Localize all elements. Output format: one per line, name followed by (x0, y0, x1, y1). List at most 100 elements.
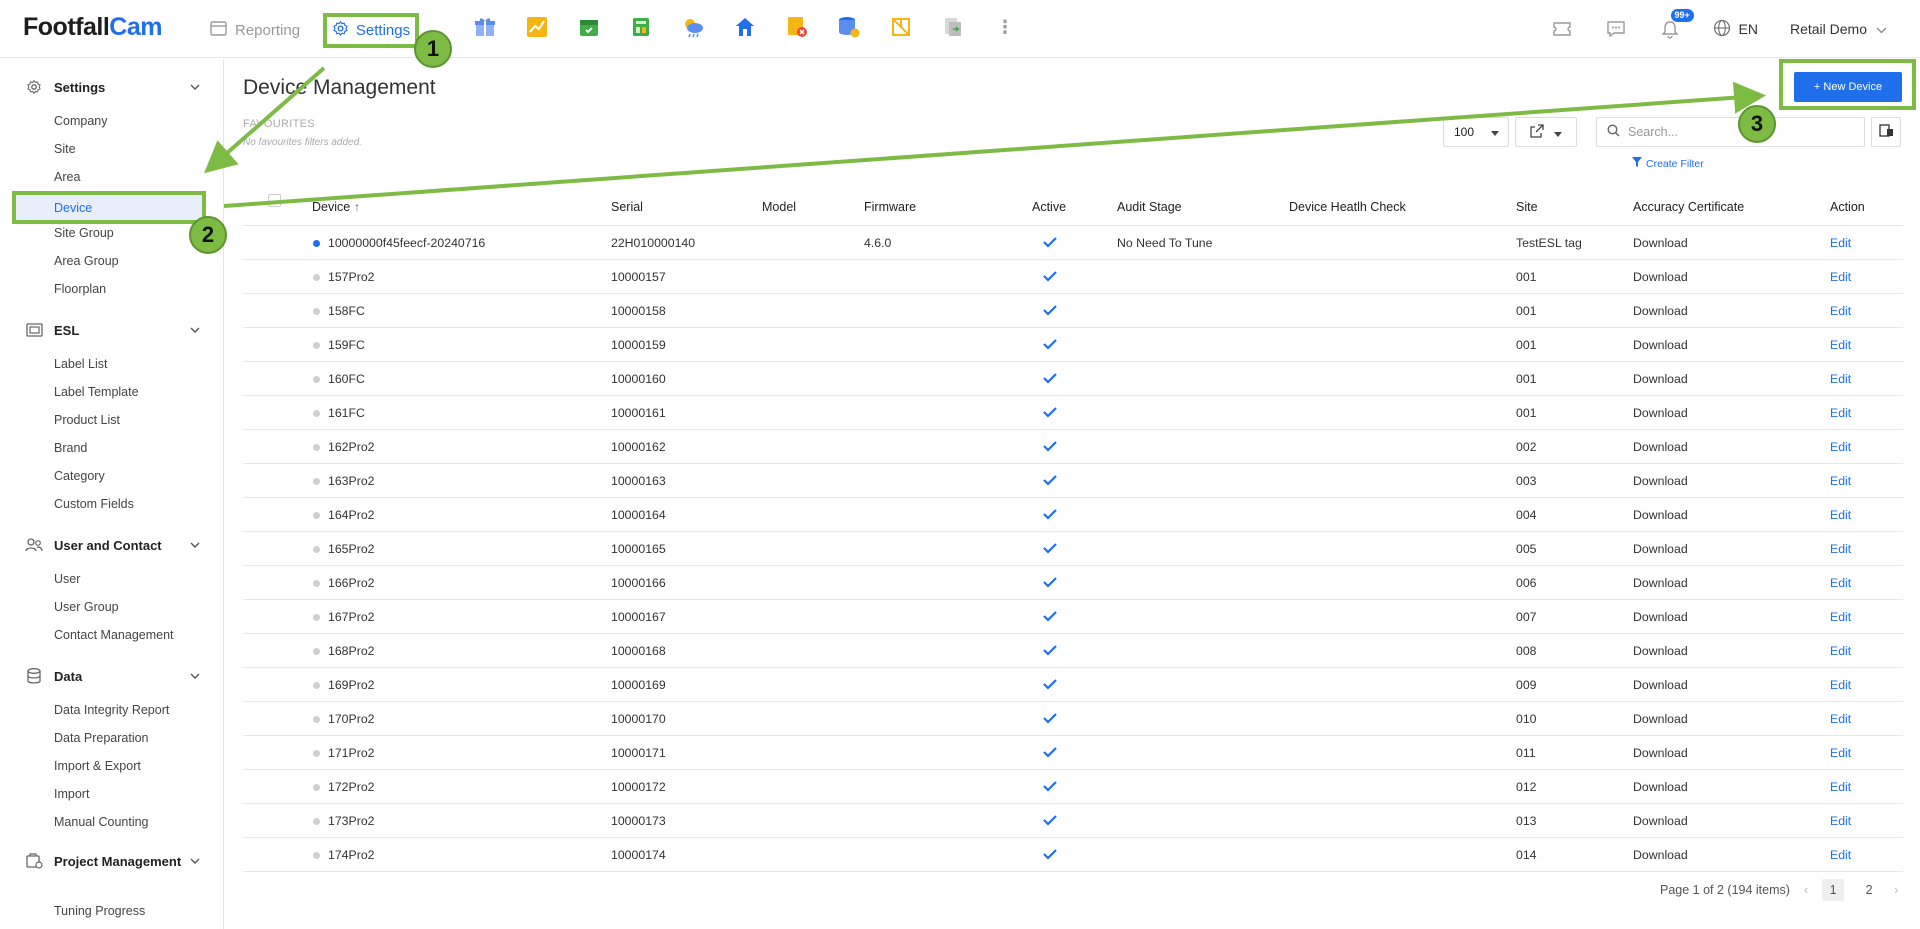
table-row[interactable]: 170Pro2 10000170 010 Download Edit (243, 702, 1903, 736)
ledger-icon[interactable] (630, 16, 652, 38)
sidebar-item-data-preparation[interactable]: Data Preparation (54, 730, 149, 746)
column-chooser-button[interactable] (1871, 117, 1901, 147)
gift-box-icon[interactable] (474, 16, 496, 38)
table-row[interactable]: 157Pro2 10000157 001 Download Edit (243, 260, 1903, 294)
edit-link[interactable]: Edit (1830, 236, 1851, 250)
edit-link[interactable]: Edit (1830, 678, 1851, 692)
language-selector[interactable]: EN (1713, 19, 1758, 40)
chart-icon[interactable] (526, 16, 548, 38)
sidebar-group-user-and-contact[interactable]: User and Contact (25, 536, 201, 554)
sidebar-item-custom-fields[interactable]: Custom Fields (54, 496, 134, 512)
sidebar-item-product-list[interactable]: Product List (54, 412, 120, 428)
user-menu[interactable]: Retail Demo (1790, 21, 1887, 37)
sidebar-item-import-export[interactable]: Import & Export (54, 758, 141, 774)
table-row[interactable]: 174Pro2 10000174 014 Download Edit (243, 838, 1903, 872)
sidebar-item-area-group[interactable]: Area Group (54, 253, 119, 269)
edit-link[interactable]: Edit (1830, 270, 1851, 284)
sidebar-item-floorplan[interactable]: Floorplan (54, 281, 106, 297)
table-row[interactable]: 172Pro2 10000172 012 Download Edit (243, 770, 1903, 804)
sidebar-item-contact-management[interactable]: Contact Management (54, 627, 174, 643)
header-accuracy-certificate[interactable]: Accuracy Certificate (1633, 200, 1744, 214)
page-button-2[interactable]: 2 (1858, 879, 1880, 901)
header-device[interactable]: Device ↑ (312, 200, 360, 214)
table-row[interactable]: 10000000f45feecf-20240716 22H010000140 4.6… (243, 226, 1903, 260)
edit-link[interactable]: Edit (1830, 406, 1851, 420)
new-device-button[interactable]: + New Device (1794, 72, 1902, 102)
sidebar-item-site[interactable]: Site (54, 141, 76, 157)
bell-icon[interactable]: 99+ (1659, 9, 1694, 40)
floorplan-icon[interactable] (890, 16, 912, 38)
edit-link[interactable]: Edit (1830, 848, 1851, 862)
sidebar-item-label-template[interactable]: Label Template (54, 384, 139, 400)
header-site[interactable]: Site (1516, 200, 1538, 214)
table-row[interactable]: 166Pro2 10000166 006 Download Edit (243, 566, 1903, 600)
sidebar-group-project-management[interactable]: Project Management (25, 852, 201, 870)
nav-settings[interactable]: Settings (323, 13, 419, 48)
table-row[interactable]: 173Pro2 10000173 013 Download Edit (243, 804, 1903, 838)
sidebar-item-site-group[interactable]: Site Group (54, 225, 114, 241)
sidebar-item-data-integrity-report[interactable]: Data Integrity Report (54, 702, 169, 718)
edit-link[interactable]: Edit (1830, 508, 1851, 522)
sidebar-item-user-group[interactable]: User Group (54, 599, 119, 615)
sidebar-item-manual-counting[interactable]: Manual Counting (54, 814, 149, 830)
table-row[interactable]: 160FC 10000160 001 Download Edit (243, 362, 1903, 396)
edit-link[interactable]: Edit (1830, 610, 1851, 624)
sidebar-item-device[interactable]: Device (12, 191, 206, 224)
page-size-select[interactable]: 100 (1443, 117, 1509, 147)
chat-icon[interactable] (1605, 18, 1627, 40)
table-row[interactable]: 159FC 10000159 001 Download Edit (243, 328, 1903, 362)
sidebar-group-settings[interactable]: Settings (25, 78, 201, 96)
sidebar-item-area[interactable]: Area (54, 169, 80, 185)
table-row[interactable]: 169Pro2 10000169 009 Download Edit (243, 668, 1903, 702)
store-icon[interactable] (734, 16, 756, 38)
table-row[interactable]: 158FC 10000158 001 Download Edit (243, 294, 1903, 328)
select-all-checkbox[interactable] (268, 194, 281, 207)
sidebar-item-category[interactable]: Category (54, 468, 105, 484)
create-filter-link[interactable]: Create Filter (1632, 157, 1704, 170)
chevron-right-icon[interactable]: › (1894, 883, 1898, 897)
edit-link[interactable]: Edit (1830, 474, 1851, 488)
more-vertical-icon[interactable]: ⋮ (994, 16, 1016, 38)
edit-link[interactable]: Edit (1830, 814, 1851, 828)
nav-reporting[interactable]: Reporting (210, 17, 300, 43)
sidebar-group-data[interactable]: Data (25, 667, 201, 685)
sidebar-item-company[interactable]: Company (54, 113, 108, 129)
edit-link[interactable]: Edit (1830, 712, 1851, 726)
edit-link[interactable]: Edit (1830, 372, 1851, 386)
header-device-health-check[interactable]: Device Heatlh Check (1289, 200, 1406, 214)
edit-link[interactable]: Edit (1830, 304, 1851, 318)
header-model[interactable]: Model (762, 200, 796, 214)
sidebar-item-label-list[interactable]: Label List (54, 356, 108, 372)
sidebar-item-user[interactable]: User (54, 571, 80, 587)
sidebar-item-import[interactable]: Import (54, 786, 89, 802)
import-icon[interactable] (942, 16, 964, 38)
header-audit-stage[interactable]: Audit Stage (1117, 200, 1182, 214)
weather-icon[interactable] (682, 16, 704, 38)
table-row[interactable]: 162Pro2 10000162 002 Download Edit (243, 430, 1903, 464)
calendar-icon[interactable] (578, 16, 600, 38)
edit-link[interactable]: Edit (1830, 542, 1851, 556)
table-row[interactable]: 167Pro2 10000167 007 Download Edit (243, 600, 1903, 634)
table-row[interactable]: 171Pro2 10000171 011 Download Edit (243, 736, 1903, 770)
ticket-icon[interactable] (1551, 18, 1573, 40)
export-button[interactable] (1515, 117, 1577, 147)
edit-link[interactable]: Edit (1830, 338, 1851, 352)
database-icon[interactable] (838, 16, 860, 38)
edit-link[interactable]: Edit (1830, 746, 1851, 760)
edit-link[interactable]: Edit (1830, 780, 1851, 794)
chevron-left-icon[interactable]: ‹ (1804, 883, 1808, 897)
table-row[interactable]: 168Pro2 10000168 008 Download Edit (243, 634, 1903, 668)
edit-link[interactable]: Edit (1830, 644, 1851, 658)
header-active[interactable]: Active (1032, 200, 1066, 214)
tag-icon[interactable] (786, 16, 808, 38)
header-serial[interactable]: Serial (611, 200, 643, 214)
header-firmware[interactable]: Firmware (864, 200, 916, 214)
table-row[interactable]: 163Pro2 10000163 003 Download Edit (243, 464, 1903, 498)
table-row[interactable]: 165Pro2 10000165 005 Download Edit (243, 532, 1903, 566)
sidebar-group-esl[interactable]: ESL (25, 321, 201, 339)
sidebar-item-tuning-progress[interactable]: Tuning Progress (54, 903, 145, 919)
edit-link[interactable]: Edit (1830, 576, 1851, 590)
table-row[interactable]: 164Pro2 10000164 004 Download Edit (243, 498, 1903, 532)
logo[interactable]: FootfallCam (23, 13, 162, 42)
sidebar-item-brand[interactable]: Brand (54, 440, 87, 456)
